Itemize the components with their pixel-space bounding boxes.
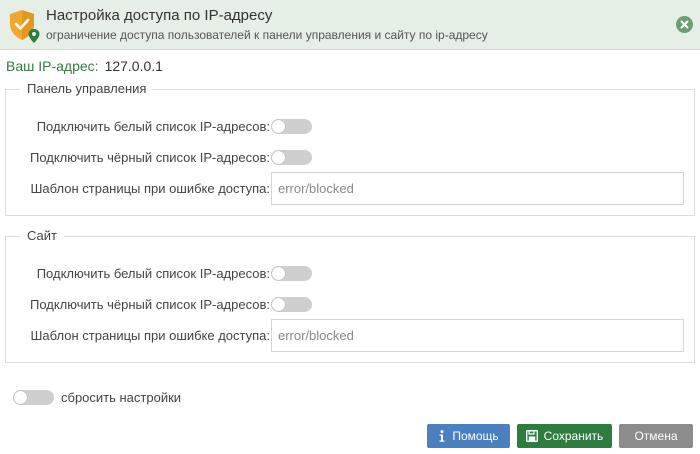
- panel-whitelist-label: Подключить белый список IP-адресов:: [36, 119, 270, 134]
- site-group-legend: Сайт: [20, 228, 64, 244]
- ip-address-value: 127.0.0.1: [104, 58, 163, 74]
- site-template-label: Шаблон страницы при ошибке доступа:: [30, 328, 271, 343]
- dialog-subtitle: ограничение доступа пользователей к пане…: [46, 28, 488, 42]
- toggle-knob: [272, 151, 285, 164]
- toggle-knob: [272, 267, 285, 280]
- site-template-input[interactable]: [271, 319, 684, 352]
- reset-settings-toggle[interactable]: [13, 390, 54, 405]
- site-blacklist-label: Подключить чёрный список IP-адресов:: [29, 297, 270, 312]
- shield-location-icon: [8, 8, 42, 44]
- save-button[interactable]: Сохранить: [517, 424, 612, 448]
- dialog-header: Настройка доступа по IP-адресу ограничен…: [0, 0, 700, 50]
- site-template-row: Шаблон страницы при ошибке доступа:: [6, 319, 694, 352]
- info-icon: [439, 430, 445, 442]
- toggle-knob: [14, 391, 27, 404]
- ip-address-label: Ваш IP-адрес:: [6, 58, 99, 74]
- help-button-label: Помощь: [452, 429, 499, 443]
- panel-blacklist-label: Подключить чёрный список IP-адресов:: [29, 150, 270, 165]
- panel-template-label: Шаблон страницы при ошибке доступа:: [30, 181, 271, 196]
- site-settings-group: Сайт Подключить белый список IP-адресов:…: [5, 228, 695, 363]
- toggle-knob: [272, 298, 285, 311]
- site-blacklist-toggle[interactable]: [271, 297, 312, 312]
- cancel-button-label: Отмена: [634, 429, 678, 443]
- panel-group-legend: Панель управления: [20, 81, 154, 97]
- panel-whitelist-toggle[interactable]: [271, 119, 312, 134]
- panel-settings-group: Панель управления Подключить белый списо…: [5, 81, 695, 216]
- panel-whitelist-row: Подключить белый список IP-адресов:: [6, 112, 694, 142]
- dialog-title: Настройка доступа по IP-адресу: [46, 7, 273, 24]
- save-button-label: Сохранить: [543, 429, 604, 443]
- panel-blacklist-toggle[interactable]: [271, 150, 312, 165]
- site-whitelist-label: Подключить белый список IP-адресов:: [36, 266, 270, 281]
- toggle-knob: [272, 120, 285, 133]
- panel-template-input[interactable]: [271, 172, 684, 205]
- site-whitelist-toggle[interactable]: [271, 266, 312, 281]
- site-whitelist-row: Подключить белый список IP-адресов:: [6, 259, 694, 289]
- ip-address-row: Ваш IP-адрес: 127.0.0.1: [6, 58, 163, 74]
- reset-settings-label: сбросить настройки: [61, 390, 182, 405]
- site-blacklist-row: Подключить чёрный список IP-адресов:: [6, 290, 694, 320]
- floppy-disk-icon: [525, 430, 538, 442]
- help-button[interactable]: Помощь: [427, 424, 510, 448]
- panel-template-row: Шаблон страницы при ошибке доступа:: [6, 172, 694, 205]
- panel-blacklist-row: Подключить чёрный список IP-адресов:: [6, 143, 694, 173]
- cancel-button[interactable]: Отмена: [619, 424, 693, 448]
- close-icon[interactable]: [676, 16, 693, 33]
